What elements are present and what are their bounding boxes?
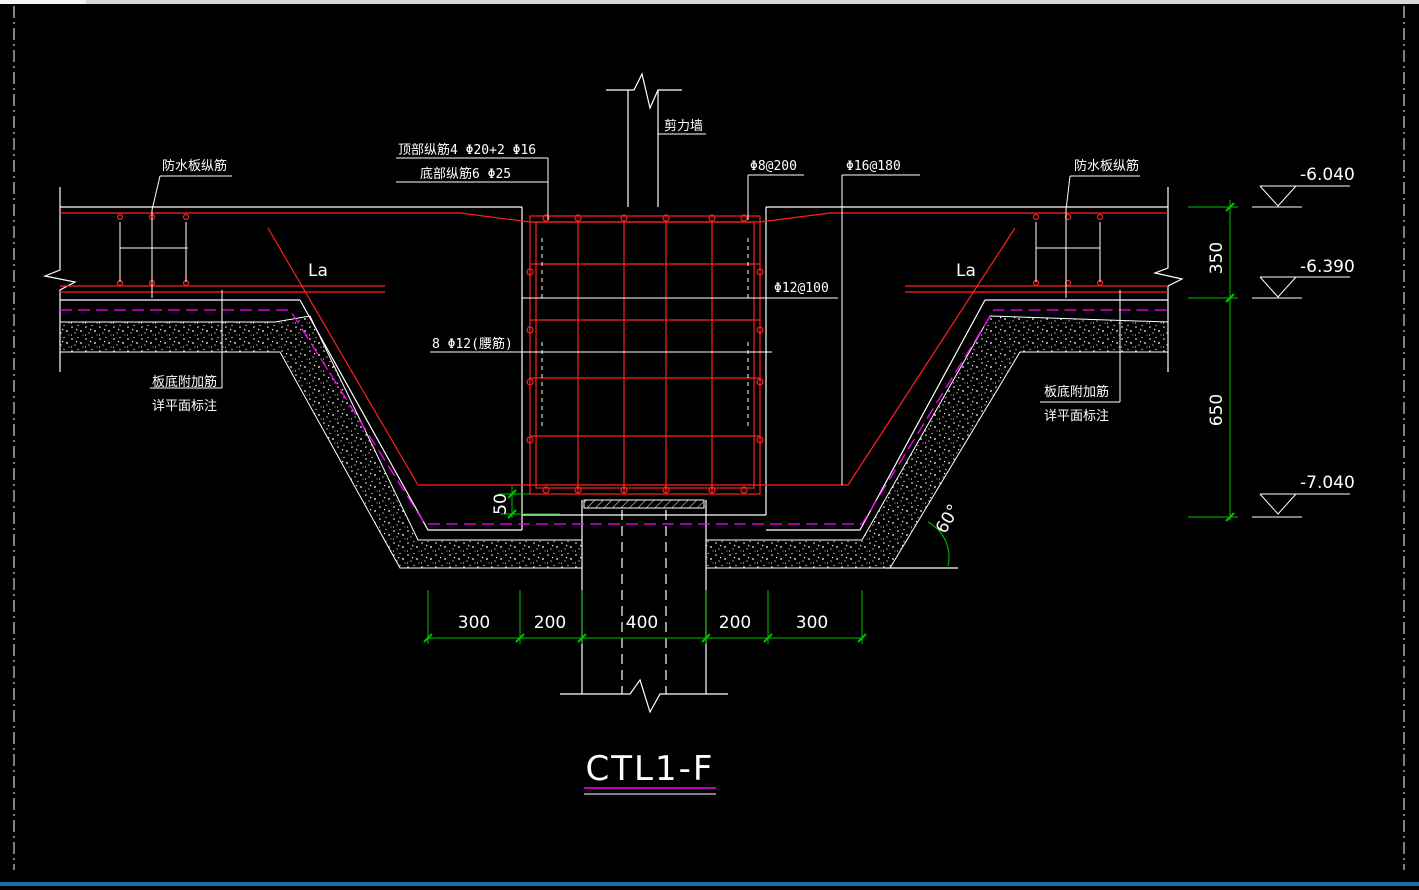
- drawing-frame: [13, 6, 1405, 870]
- label-additional-left-2: 详平面标注: [152, 399, 217, 414]
- cad-viewport[interactable]: 剪力墙 顶部纵筋4 Φ20+2 Φ16 底部纵筋6 Φ25 Φ8@200 Φ16…: [0, 0, 1419, 886]
- label-anchor-right: La: [956, 261, 976, 281]
- label-waist-bar: 8 Φ12(腰筋): [432, 336, 513, 352]
- elevation-bottom: -7.040: [1300, 473, 1355, 493]
- leader-lines: [119, 133, 1140, 485]
- elevation-top: -6.040: [1300, 165, 1355, 185]
- elevation-markers: [1252, 185, 1350, 518]
- label-stirrup: Φ8@200: [750, 159, 797, 174]
- concrete-cushion: [59, 315, 1169, 569]
- drawing-title: CTL1-F: [586, 749, 715, 789]
- dim-cover-50: 50: [491, 493, 511, 515]
- label-additional-right-2: 详平面标注: [1044, 409, 1109, 424]
- label-shear-wall: 剪力墙: [664, 118, 703, 134]
- dimension-lines: [423, 200, 1238, 644]
- beam-tick-marks: [522, 238, 782, 430]
- label-additional-right-1: 板底附加筋: [1044, 384, 1109, 400]
- label-top-rebar: 顶部纵筋4 Φ20+2 Φ16: [398, 142, 536, 158]
- pile-cap-plate: [583, 499, 705, 509]
- label-slab-rebar-left: 防水板纵筋: [162, 158, 227, 174]
- label-additional-left-1: 板底附加筋: [152, 374, 217, 390]
- dim-horizontal-3: 400: [626, 613, 658, 633]
- drawing-canvas[interactable]: 剪力墙 顶部纵筋4 Φ20+2 Φ16 底部纵筋6 Φ25 Φ8@200 Φ16…: [0, 0, 1419, 886]
- dim-vertical-650: 650: [1207, 394, 1227, 426]
- dim-vertical-350: 350: [1207, 242, 1227, 274]
- bottom-status-bar: [0, 882, 1419, 886]
- label-slab-rebar-right: 防水板纵筋: [1074, 158, 1139, 174]
- label-angle: 60°: [932, 501, 964, 537]
- label-waist-bar-spacing: Φ12@100: [774, 281, 829, 296]
- label-anchor-left: La: [308, 261, 328, 281]
- dim-horizontal-5: 300: [796, 613, 828, 633]
- top-window-bar: [0, 0, 1419, 4]
- top-tab[interactable]: [0, 0, 86, 4]
- dim-horizontal-2: 200: [534, 613, 566, 633]
- dim-horizontal-4: 200: [719, 613, 751, 633]
- elevation-middle: -6.390: [1300, 257, 1355, 277]
- label-side-bar: Φ16@180: [846, 159, 901, 174]
- label-bottom-rebar: 底部纵筋6 Φ25: [420, 166, 511, 182]
- dim-horizontal-1: 300: [458, 613, 490, 633]
